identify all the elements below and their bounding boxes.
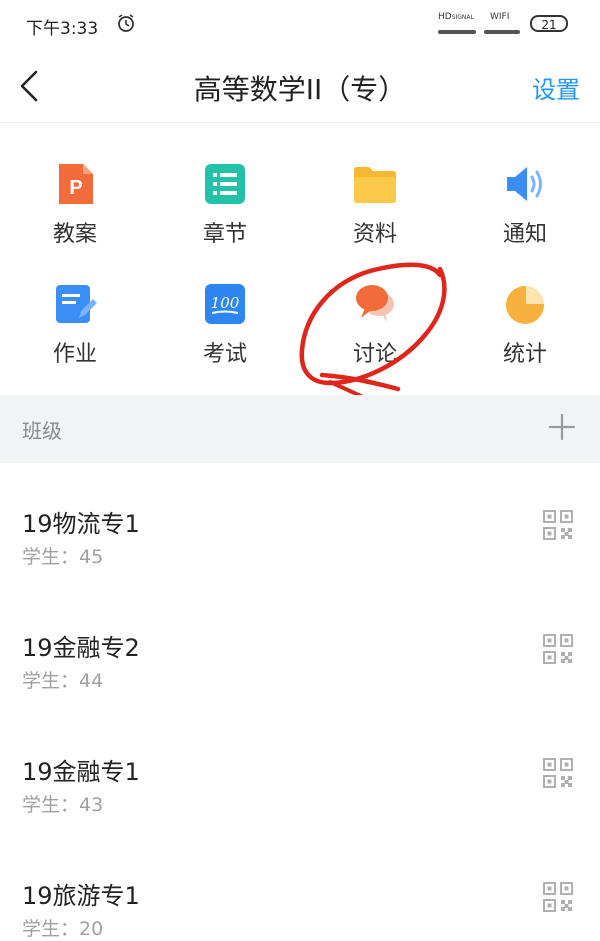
class-name: 19旅游专1 — [22, 882, 140, 910]
feature-lesson-plan[interactable]: P 教案 — [0, 140, 150, 250]
class-name: 19物流专1 — [22, 510, 140, 538]
feature-notice[interactable]: 通知 — [450, 140, 600, 250]
status-bar: 下午3:33 HDSIGNAL WIFI 21 — [0, 0, 600, 50]
student-count: 学生：44 — [22, 670, 104, 692]
student-count: 学生：45 — [22, 546, 104, 568]
signal-bar-icon — [438, 30, 476, 34]
svg-text:P: P — [69, 177, 82, 199]
alarm-icon — [118, 14, 134, 32]
feature-homework[interactable]: 作业 — [0, 260, 150, 370]
class-list-item[interactable]: 19金融专1 学生：43 — [0, 726, 600, 850]
class-name: 19金融专1 — [22, 758, 140, 786]
feature-label: 资料 — [352, 222, 397, 247]
app-header: 高等数学II（专） 设置 — [0, 50, 600, 123]
feature-label: 统计 — [502, 342, 547, 367]
feature-exam[interactable]: 100 考试 — [150, 260, 300, 370]
class-list-item[interactable]: 19旅游专1 学生：20 — [0, 850, 600, 941]
qr-code-icon[interactable] — [543, 882, 573, 912]
battery-icon: 21 — [530, 15, 568, 32]
battery-level: 21 — [541, 18, 557, 32]
class-list-item[interactable]: 19物流专1 学生：45 — [0, 478, 600, 602]
class-section-header: 班级 — [0, 395, 600, 463]
folder-icon — [354, 167, 396, 203]
feature-statistics[interactable]: 统计 — [450, 260, 600, 370]
settings-button[interactable]: 设置 — [532, 70, 580, 105]
feature-label: 教案 — [52, 222, 97, 247]
pie-chart-icon — [506, 286, 544, 324]
feature-label: 考试 — [202, 342, 247, 367]
student-count: 学生：20 — [22, 918, 104, 940]
section-title: 班级 — [22, 419, 62, 443]
ppt-icon: P — [59, 164, 93, 204]
homework-icon — [56, 285, 97, 323]
hd-signal-label: HDSIGNAL — [438, 12, 474, 22]
qr-code-icon[interactable] — [543, 510, 573, 540]
plus-icon[interactable] — [548, 413, 576, 441]
feature-label: 章节 — [202, 222, 247, 247]
svg-text:100: 100 — [211, 294, 240, 312]
status-time: 下午3:33 — [26, 19, 99, 39]
class-list-item[interactable]: 19金融专2 学生：44 — [0, 602, 600, 726]
class-name: 19金融专2 — [22, 634, 140, 662]
wifi-label: WIFI — [490, 12, 510, 22]
speaker-icon — [507, 167, 542, 201]
qr-code-icon[interactable] — [543, 634, 573, 664]
feature-label: 通知 — [502, 222, 547, 247]
page-title: 高等数学II（专） — [193, 73, 407, 106]
feature-materials[interactable]: 资料 — [300, 140, 450, 250]
qr-code-icon[interactable] — [543, 758, 573, 788]
feature-label: 作业 — [52, 342, 97, 367]
feature-chapters[interactable]: 章节 — [150, 140, 300, 250]
wifi-bar-icon — [484, 30, 520, 34]
student-count: 学生：43 — [22, 794, 104, 816]
exam-100-icon: 100 — [205, 284, 245, 324]
chapter-list-icon — [205, 164, 245, 204]
